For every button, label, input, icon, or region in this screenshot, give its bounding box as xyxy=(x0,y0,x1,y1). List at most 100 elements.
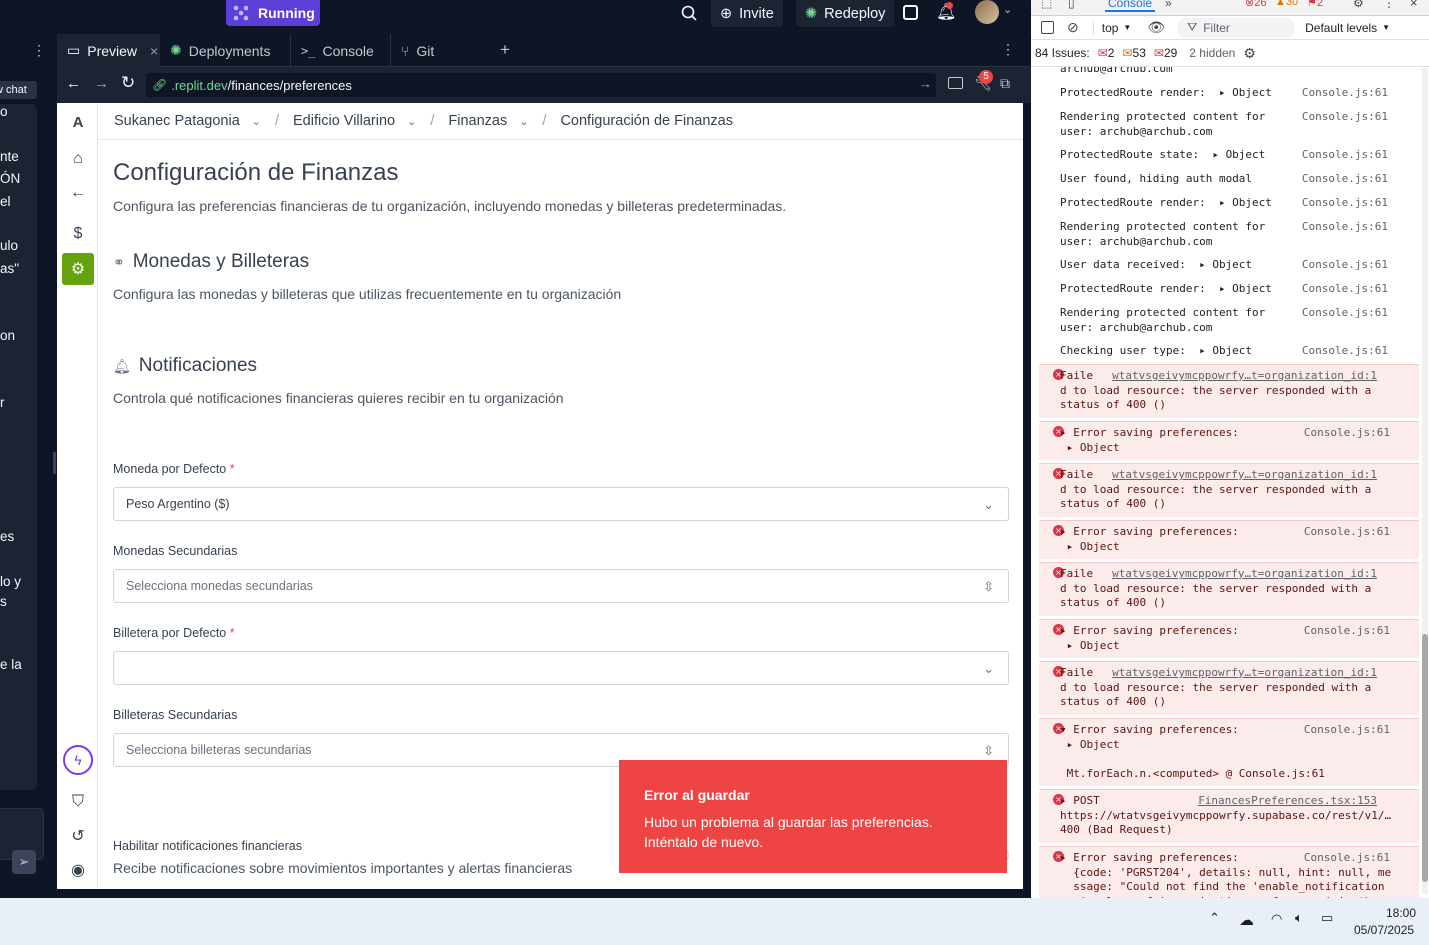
cloud-icon[interactable]: ☁ xyxy=(1239,911,1254,929)
tab-git[interactable]: ⑂ Git xyxy=(390,34,486,67)
console-log-row[interactable]: Checking user type: ▸ Object Console.js:6… xyxy=(1031,340,1419,363)
console-log-row[interactable]: Rendering protected content for user: ar… xyxy=(1031,106,1419,143)
device-toolbar-icon[interactable]: ▯ xyxy=(1068,0,1075,10)
close-icon[interactable]: × xyxy=(150,43,158,59)
settings-gear-icon[interactable]: ⚙ xyxy=(1243,45,1256,62)
user-icon[interactable]: ◉ xyxy=(63,855,93,885)
more-tabs-icon[interactable]: » xyxy=(1165,0,1172,10)
tab-deployments[interactable]: ✺ Deployments xyxy=(160,34,290,67)
scrollbar-thumb[interactable] xyxy=(1422,634,1428,882)
console-source-link[interactable]: Console.js:61 xyxy=(1302,282,1388,297)
console-error-row[interactable]: × ▾ Error saving preferences: ▸ Object Mt… xyxy=(1039,718,1419,786)
console-source-link[interactable]: Console.js:61 xyxy=(1302,110,1388,125)
console-error-row[interactable]: × Faile d to load resource: the server re… xyxy=(1039,364,1419,418)
open-external-icon[interactable]: ⧉ xyxy=(1000,75,1010,92)
secondary-currencies-select[interactable]: Selecciona monedas secundarias ⇳ xyxy=(113,569,1009,603)
console-resource-link[interactable]: FinancesPreferences.tsx:153 xyxy=(1198,794,1377,809)
console-log-row[interactable]: User data received: ▸ Object Console.js:6… xyxy=(1031,254,1419,277)
settings-gear-icon[interactable]: ⚙ xyxy=(1353,0,1364,10)
console-resource-link[interactable]: wtatvsgeivymcppowrfy…t=organization_id:1 xyxy=(1112,468,1377,483)
console-error-row[interactable]: × Faile d to load resource: the server re… xyxy=(1039,562,1419,616)
reload-icon[interactable]: ↻ xyxy=(121,73,135,93)
send-icon[interactable]: ➢ xyxy=(12,850,36,874)
chevron-up-icon[interactable]: ⌃ xyxy=(1209,910,1220,926)
clock-date[interactable]: 05/07/2025 xyxy=(1354,923,1414,937)
console-error-row[interactable]: × Faile d to load resource: the server re… xyxy=(1039,661,1419,715)
search-icon[interactable] xyxy=(680,4,698,22)
eye-icon[interactable]: 👁︎ xyxy=(1147,19,1165,36)
console-log-row[interactable]: ProtectedRoute render: ▸ Object Console.j… xyxy=(1031,82,1419,105)
console-error-row[interactable]: × ▸ POST https://wtatvsgeivymcppowrfy.sup… xyxy=(1039,789,1419,843)
more-options-icon[interactable]: ⋮ xyxy=(1001,41,1015,58)
console-source-link[interactable]: Console.js:61 xyxy=(1304,426,1390,441)
console-error-row[interactable]: × Faile d to load resource: the server re… xyxy=(1039,463,1419,517)
console-error-row[interactable]: × ▸ Error saving preferences: {code: 'PGR… xyxy=(1039,846,1419,898)
workspace-icon[interactable] xyxy=(903,5,918,20)
scrollbar[interactable] xyxy=(1422,68,1428,894)
avatar[interactable] xyxy=(975,0,999,24)
console-resource-link[interactable]: wtatvsgeivymcppowrfy…t=organization_id:1 xyxy=(1112,567,1377,582)
console-source-link[interactable]: Console.js:61 xyxy=(1302,344,1388,359)
tab-preview[interactable]: ▭ Preview × xyxy=(57,34,160,67)
tab-console[interactable]: >_ Console xyxy=(290,34,394,67)
console-source-link[interactable]: Console.js:61 xyxy=(1302,148,1388,163)
inspect-icon[interactable]: ⬚ xyxy=(1041,0,1052,10)
console-log-row[interactable]: User found, hiding auth modal Console.js:… xyxy=(1031,168,1419,191)
issues-bar[interactable]: 84 Issues: ✉2 ✉53 ✉29 2 hidden ⚙ xyxy=(1031,40,1429,67)
back-icon[interactable]: ← xyxy=(66,75,81,92)
console-source-link[interactable]: Console.js:61 xyxy=(1304,851,1390,866)
tab-console[interactable]: Console xyxy=(1105,0,1156,12)
breadcrumb-section[interactable]: Finanzas ⌄ xyxy=(448,113,528,129)
sidebar-toggle-icon[interactable] xyxy=(1041,21,1054,34)
breadcrumb-organization[interactable]: Sukanec Patagonia ⌄ xyxy=(114,113,261,129)
shield-icon[interactable]: ⛉ xyxy=(63,787,93,817)
console-log-row[interactable]: ProtectedRoute render: ▸ Object Console.j… xyxy=(1031,278,1419,301)
redeploy-button[interactable]: ✺ Redeploy xyxy=(796,0,895,27)
forward-icon[interactable]: → xyxy=(94,75,109,92)
log-levels-select[interactable]: Default levels ▼ xyxy=(1305,21,1390,35)
arrow-left-icon[interactable]: ← xyxy=(63,178,93,208)
clear-console-icon[interactable]: ⊘ xyxy=(1067,19,1079,36)
new-chat-button[interactable]: w chat xyxy=(0,81,37,99)
console-source-link[interactable]: Console.js:61 xyxy=(1302,86,1388,101)
breadcrumb-project[interactable]: Edificio Villarino ⌄ xyxy=(293,113,416,129)
history-icon[interactable]: ↺ xyxy=(63,821,93,851)
add-tab-button[interactable]: + xyxy=(500,40,510,60)
console-source-link[interactable]: Console.js:61 xyxy=(1302,220,1388,235)
lightning-icon[interactable]: ϟ xyxy=(63,745,93,775)
default-wallet-select[interactable]: ⌄ xyxy=(113,651,1009,685)
more-options-icon[interactable]: ⋮ xyxy=(32,42,46,59)
console-log-row[interactable]: ProtectedRoute render: ▸ Object Console.j… xyxy=(1031,192,1419,215)
close-icon[interactable]: × xyxy=(1410,0,1418,10)
panel-resize-handle[interactable] xyxy=(53,452,56,474)
default-currency-select[interactable]: Peso Argentino ($) ⌄ xyxy=(113,487,1009,521)
wifi-icon[interactable]: ◠ xyxy=(1271,911,1282,927)
app-logo[interactable]: A xyxy=(63,107,93,137)
speaker-icon[interactable]: 🔈︎ xyxy=(1295,910,1303,926)
console-source-link[interactable]: Console.js:61 xyxy=(1304,624,1390,639)
run-status-button[interactable]: Running xyxy=(226,0,320,26)
console-source-link[interactable]: Console.js:61 xyxy=(1302,306,1388,321)
more-options-icon[interactable]: ⋮ xyxy=(1383,0,1395,10)
console-log-row[interactable]: archub@archub.com xyxy=(1031,67,1419,81)
console-source-link[interactable]: Console.js:61 xyxy=(1304,525,1390,540)
console-log-row[interactable]: Rendering protected content for user: ar… xyxy=(1031,302,1419,339)
console-log-row[interactable]: ProtectedRoute state: ▸ Object Console.js… xyxy=(1031,144,1419,167)
dollar-icon[interactable]: $ xyxy=(63,219,93,249)
invite-button[interactable]: ⊕ Invite xyxy=(711,0,783,27)
console-source-link[interactable]: Console.js:61 xyxy=(1302,172,1388,187)
chevron-down-icon[interactable]: ⌄ xyxy=(1003,3,1012,16)
console-resource-link[interactable]: wtatvsgeivymcppowrfy…t=organization_id:1 xyxy=(1112,666,1377,681)
console-source-link[interactable]: Console.js:61 xyxy=(1304,723,1390,738)
filter-input[interactable]: ⛛ Filter xyxy=(1177,17,1296,38)
console-source-link[interactable]: Console.js:61 xyxy=(1302,196,1388,211)
console-error-row[interactable]: × ▸ Error saving preferences: ▸ Object Con… xyxy=(1039,520,1419,559)
console-source-link[interactable]: Console.js:61 xyxy=(1302,258,1388,273)
url-input[interactable]: 🔗︎ .replit.dev/finances/preferences xyxy=(146,73,936,97)
settings-gear-icon[interactable]: ⚙ xyxy=(62,253,94,285)
console-error-row[interactable]: × ▸ Error saving preferences: ▸ Object Con… xyxy=(1039,421,1419,460)
battery-icon[interactable]: ▭ xyxy=(1321,910,1333,926)
console-resource-link[interactable]: wtatvsgeivymcppowrfy…t=organization_id:1 xyxy=(1112,369,1377,384)
devices-icon[interactable] xyxy=(948,77,963,89)
console-log-row[interactable]: Rendering protected content for user: ar… xyxy=(1031,216,1419,253)
